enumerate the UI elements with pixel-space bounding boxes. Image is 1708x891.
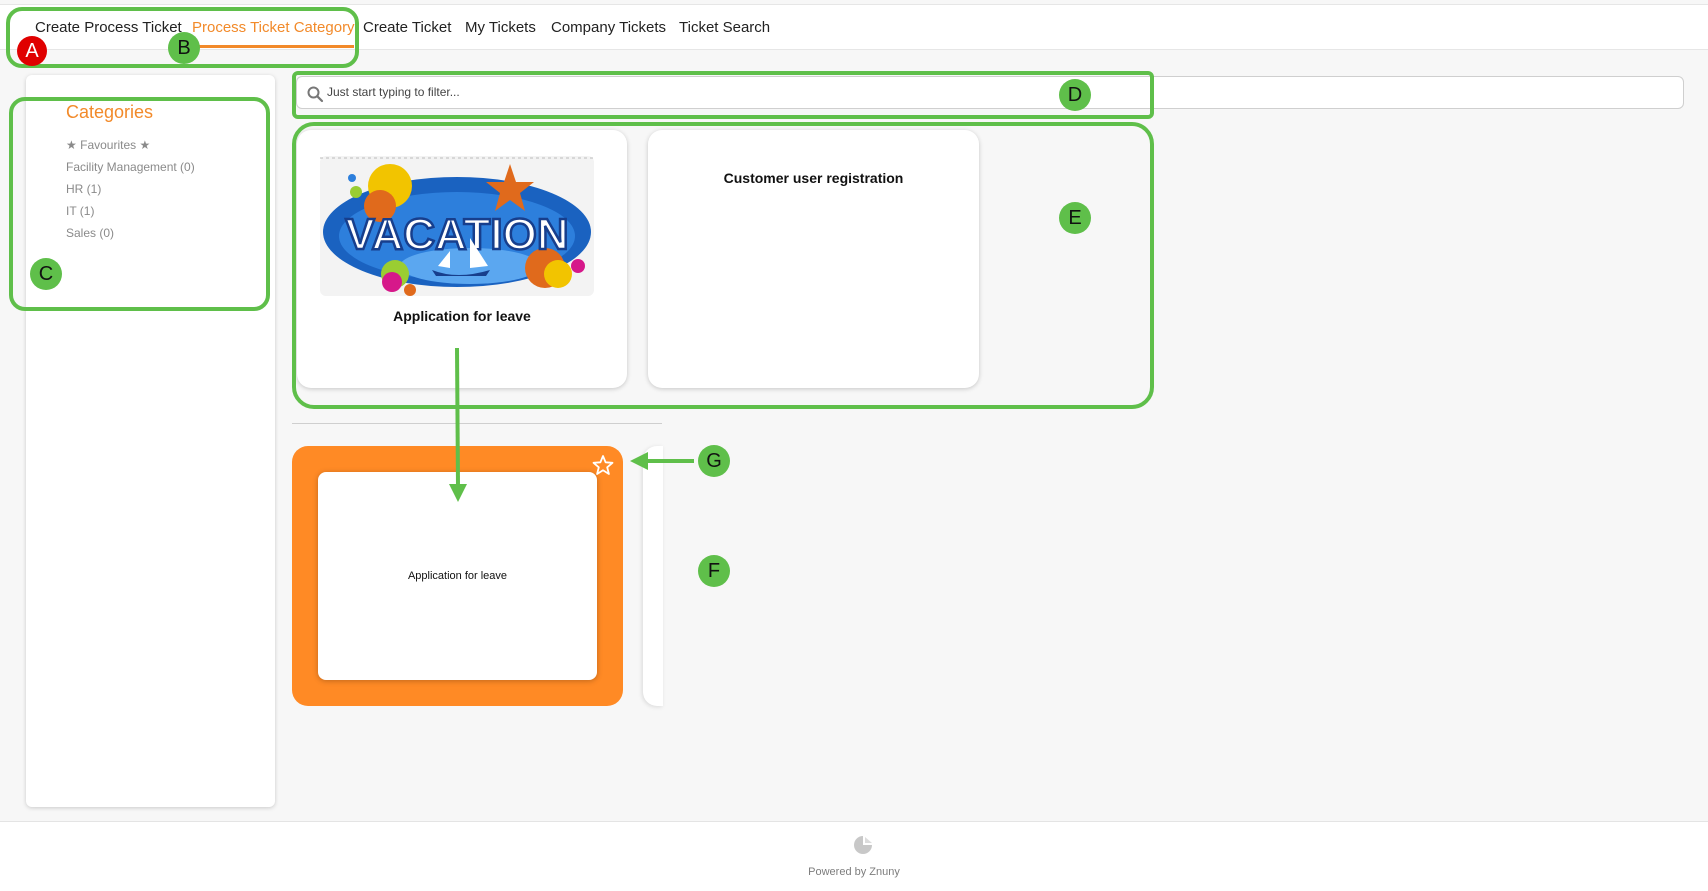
nav-create-process-ticket[interactable]: Create Process Ticket bbox=[35, 19, 182, 36]
category-facility-management[interactable]: Facility Management (0) bbox=[66, 160, 195, 174]
annotation-marker-c: C bbox=[30, 258, 62, 290]
categories-heading: Categories bbox=[66, 102, 154, 122]
category-hr[interactable]: HR (1) bbox=[66, 182, 101, 196]
nav-my-tickets[interactable]: My Tickets bbox=[465, 19, 536, 36]
nav-company-tickets[interactable]: Company Tickets bbox=[551, 19, 666, 36]
partial-card bbox=[643, 446, 663, 706]
filter-placeholder: Just start typing to filter... bbox=[327, 85, 460, 99]
active-tab-underline bbox=[190, 45, 354, 48]
card-title: Customer user registration bbox=[723, 170, 904, 186]
zoomed-card-hover[interactable]: Application for leave bbox=[292, 446, 623, 706]
category-favourites[interactable]: ★ Favourites ★ bbox=[66, 138, 150, 152]
footer-text: Powered by Znuny bbox=[808, 866, 900, 878]
category-sales[interactable]: Sales (0) bbox=[66, 226, 114, 240]
star-icon: ★ bbox=[66, 138, 77, 152]
nav-ticket-search[interactable]: Ticket Search bbox=[679, 19, 770, 36]
vacation-image-text: VACATION bbox=[345, 210, 568, 259]
process-card-customer-user-registration[interactable]: Customer user registration bbox=[648, 130, 979, 388]
process-card-application-for-leave[interactable]: VACATION Application for leave bbox=[297, 130, 627, 388]
card-title: Application for leave bbox=[393, 308, 531, 324]
categories-sidebar bbox=[26, 75, 275, 807]
category-label: Favourites bbox=[80, 138, 137, 152]
nav-process-ticket-category[interactable]: Process Ticket Category bbox=[192, 19, 355, 36]
nav-create-ticket[interactable]: Create Ticket bbox=[363, 19, 451, 36]
znuny-logo-icon bbox=[854, 836, 872, 854]
annotation-marker-d: D bbox=[1059, 79, 1091, 111]
category-it[interactable]: IT (1) bbox=[66, 204, 94, 218]
top-navigation: Create Process Ticket Process Ticket Cat… bbox=[0, 4, 1708, 50]
star-outline-icon[interactable] bbox=[592, 454, 614, 476]
zoomed-card-body: Application for leave bbox=[318, 472, 597, 680]
star-icon: ★ bbox=[139, 138, 151, 152]
vacation-image: VACATION bbox=[320, 156, 594, 296]
annotation-marker-f: F bbox=[698, 555, 730, 587]
annotation-marker-a: A bbox=[17, 36, 47, 66]
annotation-marker-b: B bbox=[168, 32, 200, 64]
search-icon bbox=[307, 86, 324, 103]
zoomed-card-title: Application for leave bbox=[407, 570, 508, 582]
annotation-marker-e: E bbox=[1059, 202, 1091, 234]
footer: Powered by Znuny bbox=[0, 821, 1708, 891]
section-divider bbox=[292, 423, 662, 424]
annotation-marker-g: G bbox=[698, 445, 730, 477]
filter-input[interactable]: Just start typing to filter... bbox=[296, 76, 1684, 109]
